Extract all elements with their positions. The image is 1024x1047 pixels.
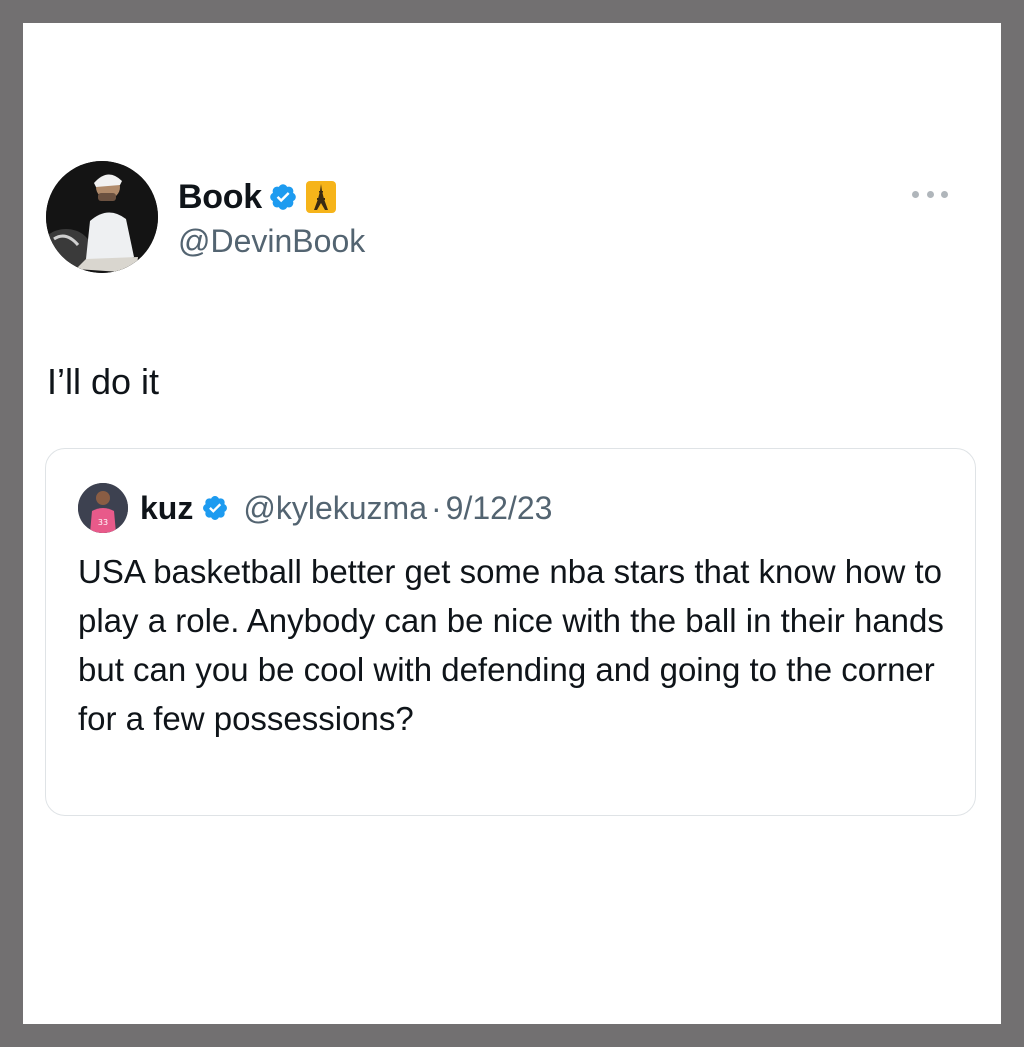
avatar-photo <box>46 161 158 273</box>
quoted-tweet-header: 33 kuz @kylekuzma · 9/12/23 <box>78 483 552 533</box>
verified-badge-icon <box>270 184 296 210</box>
more-horizontal-icon[interactable] <box>912 188 948 200</box>
quoted-author-avatar: 33 <box>78 483 128 533</box>
author-display-name[interactable]: Book <box>178 178 262 217</box>
quoted-author-display-name[interactable]: kuz <box>140 490 193 527</box>
more-dot <box>912 190 919 198</box>
separator-dot: · <box>430 489 442 526</box>
verified-badge-icon <box>203 496 228 520</box>
author-name-row: Book <box>178 175 336 219</box>
svg-text:33: 33 <box>98 518 108 527</box>
quoted-tweet-date[interactable]: 9/12/23 <box>446 490 553 527</box>
quoted-author-handle[interactable]: @kylekuzma <box>243 490 427 527</box>
more-dot <box>941 190 948 198</box>
quoted-tweet[interactable]: 33 kuz @kylekuzma · 9/12/23 USA basketba… <box>45 448 976 816</box>
tweet-text: I’ll do it <box>47 361 160 402</box>
tweet-header: Book @DevinBook <box>46 161 976 281</box>
author-handle[interactable]: @DevinBook <box>178 223 365 260</box>
author-avatar[interactable] <box>46 161 158 273</box>
eiffel-tower-emoji-icon <box>305 181 336 213</box>
more-dot <box>926 190 934 198</box>
quoted-tweet-text: USA basketball better get some nba stars… <box>78 553 944 737</box>
quoted-avatar-photo: 33 <box>78 483 128 533</box>
